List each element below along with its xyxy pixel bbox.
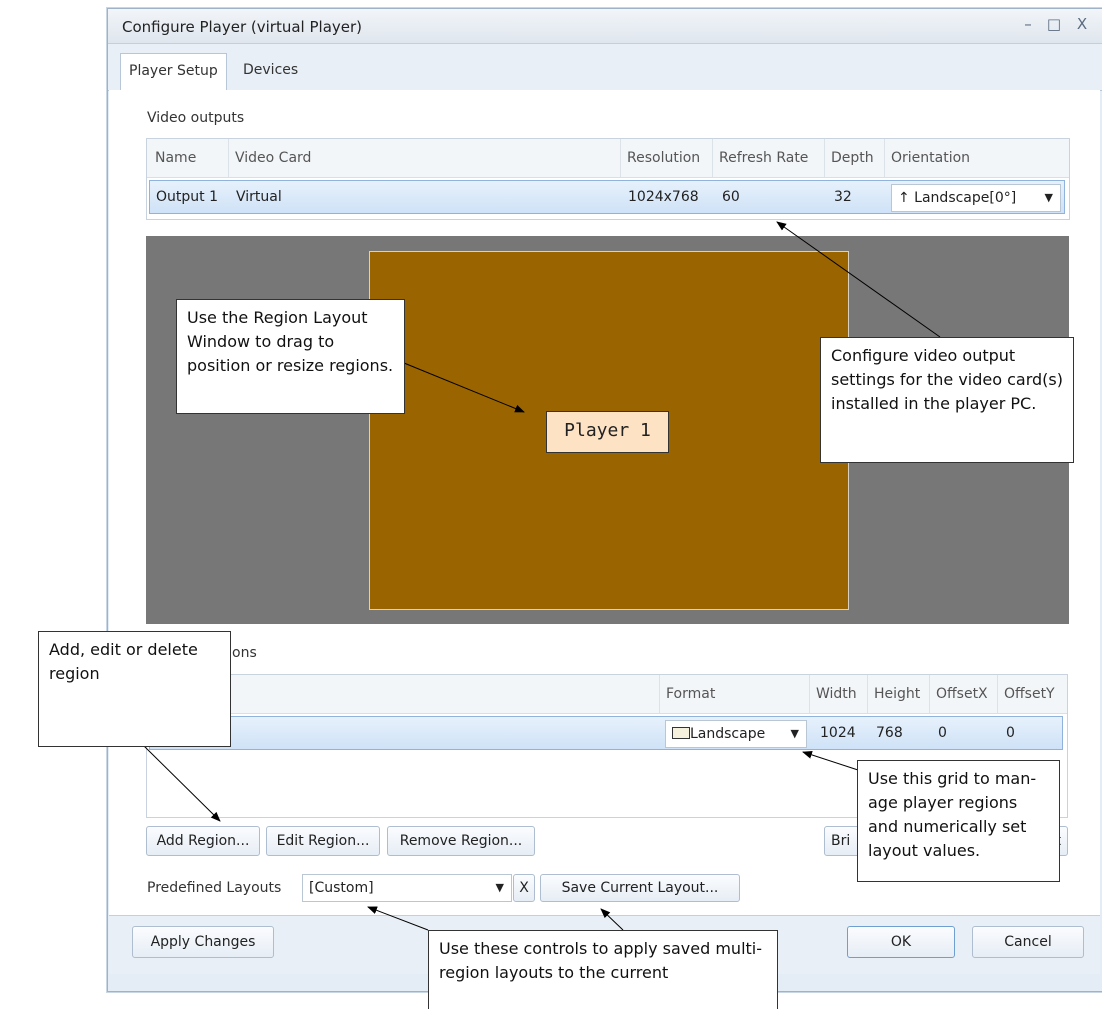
callout-add-edit: Add, edit or delete region [38,631,231,747]
callout-grid: Use this grid to man-age player regions … [857,760,1060,882]
arrow-video-output [776,221,941,338]
arrow-grid [802,750,859,771]
arrow-layouts-dropdown [367,906,429,931]
callout-video-output: Configure video output settings for the … [820,337,1074,463]
callout-layouts: Use these controls to apply saved multi-… [428,930,778,1009]
callout-region-layout: Use the Region Layout Window to drag to … [176,299,405,414]
arrow-add-edit [143,745,221,822]
arrow-region-layout [403,362,525,413]
arrow-layouts-save [600,908,624,931]
